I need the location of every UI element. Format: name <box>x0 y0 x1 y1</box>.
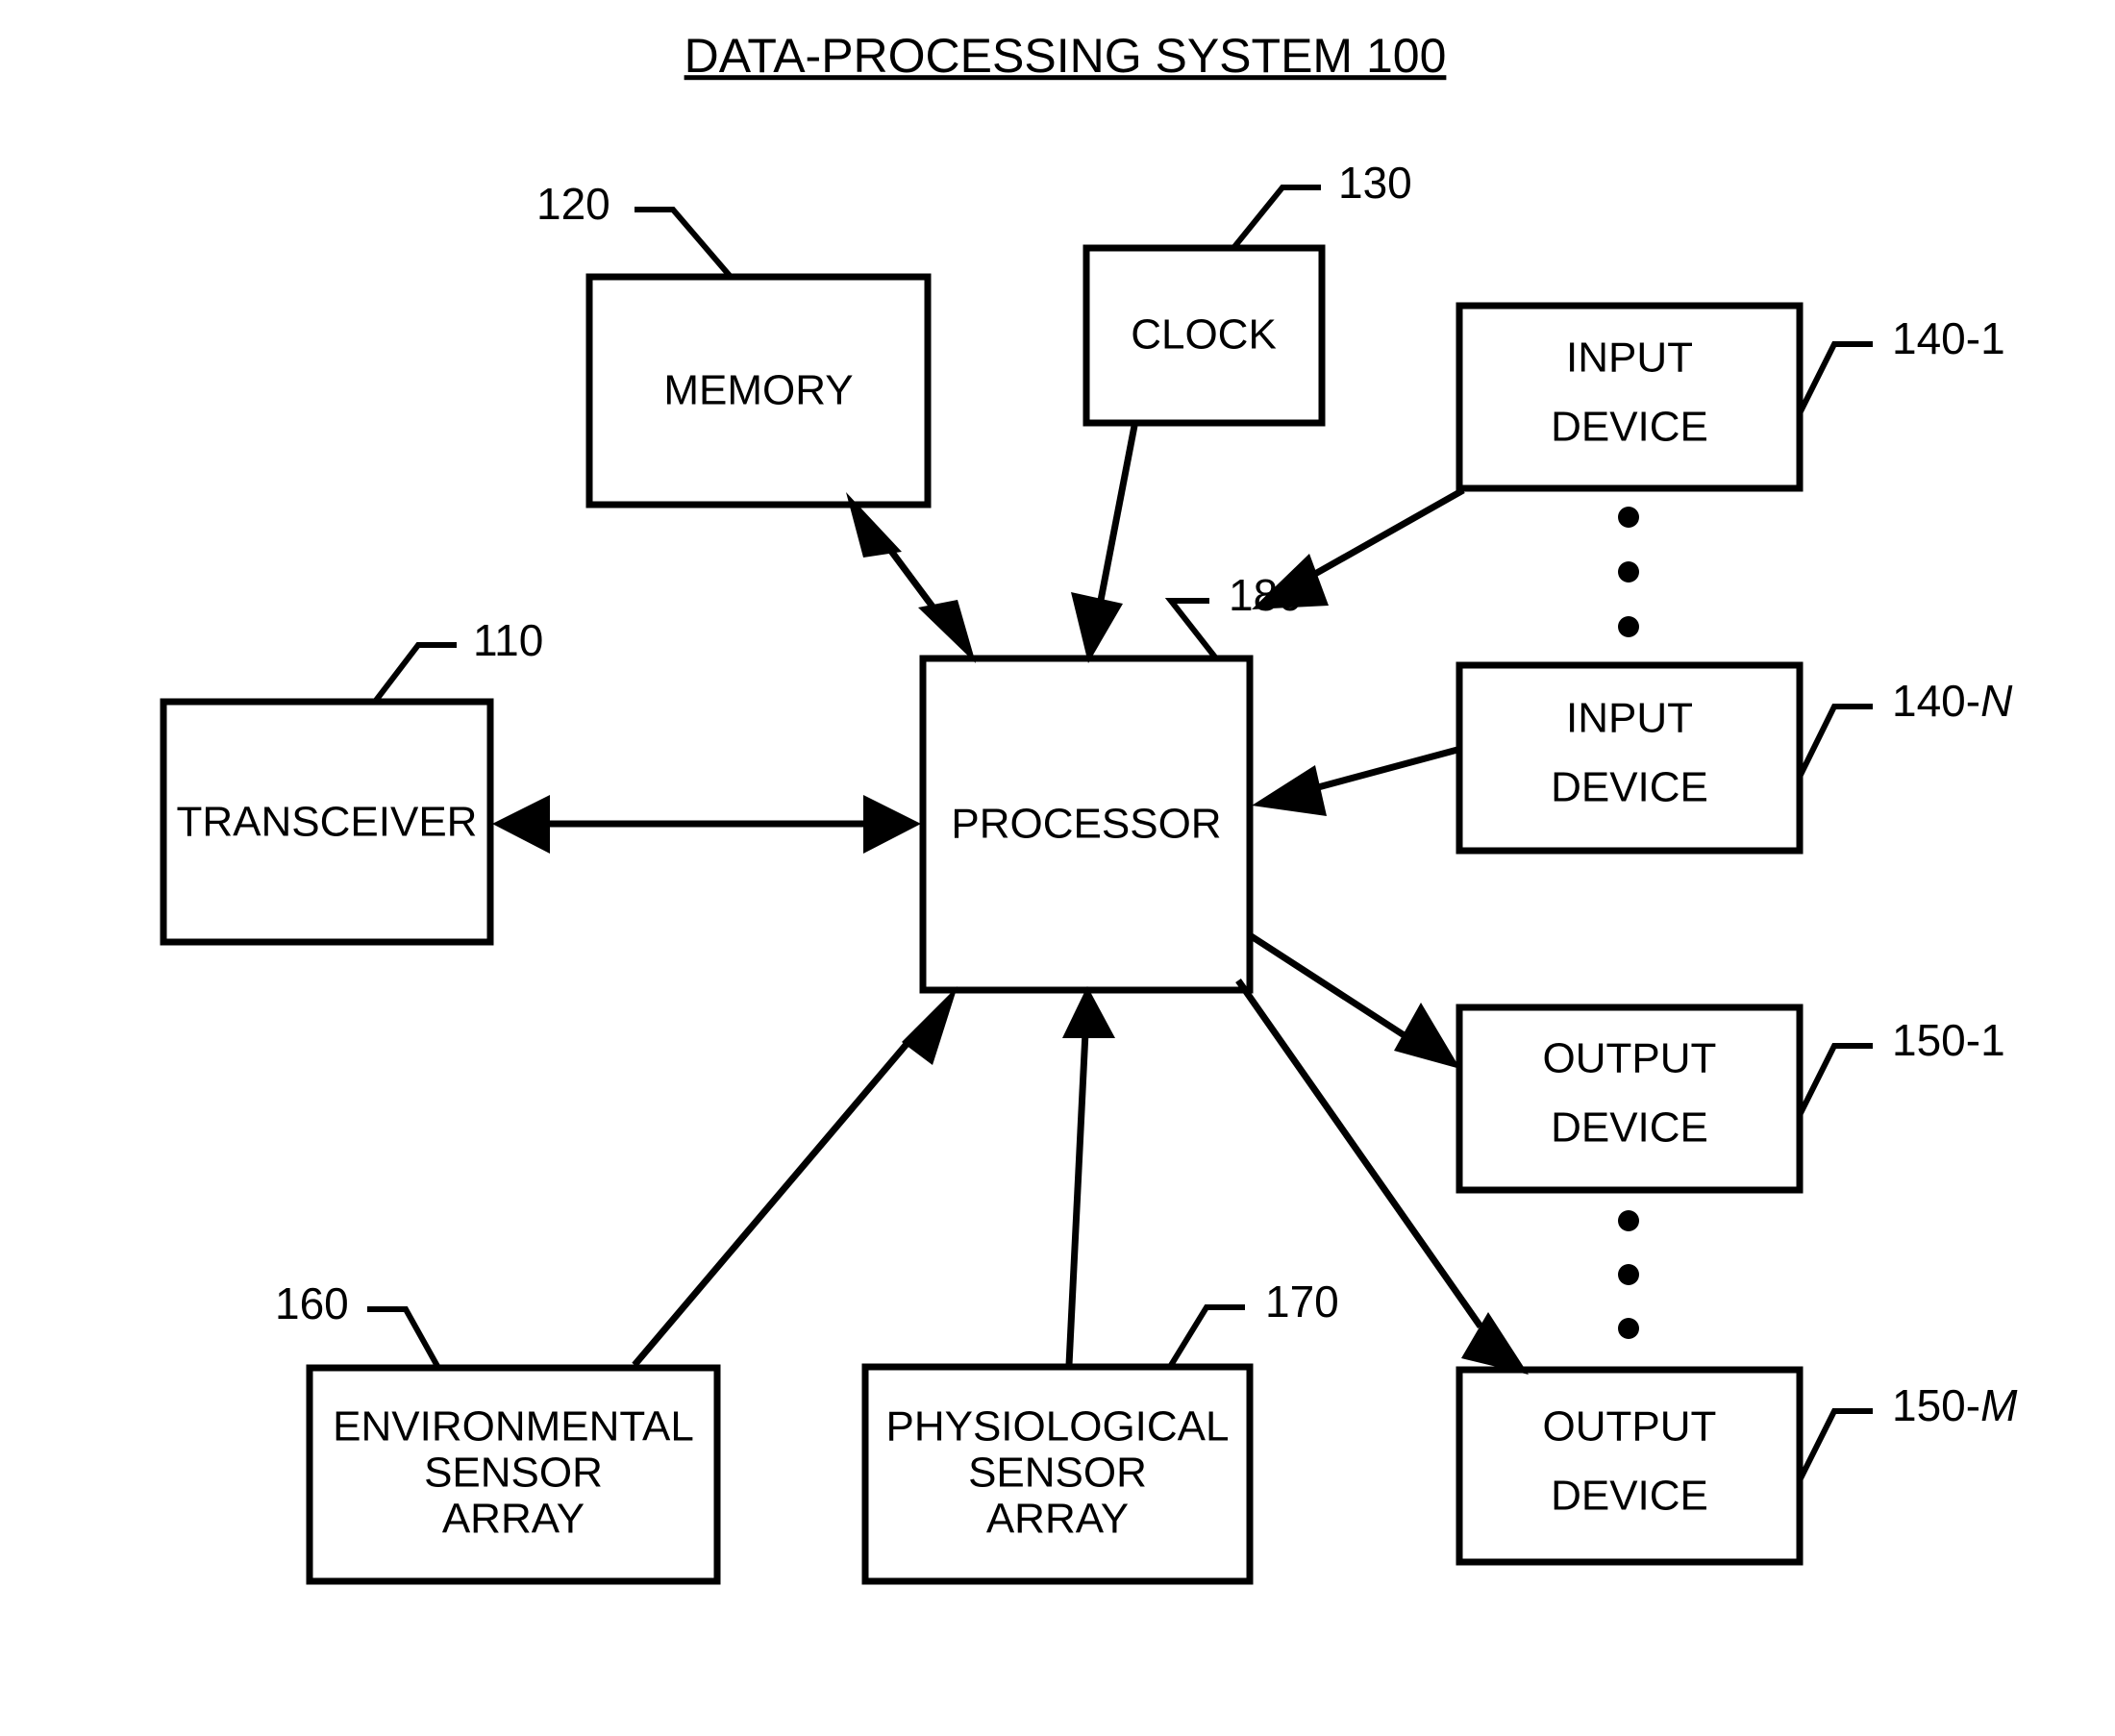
connector-processor-output-device-1 <box>1248 932 1460 1069</box>
ref-number-160: 160 <box>275 1278 349 1328</box>
physiological-sensor-array-label-line1: PHYSIOLOGICAL <box>885 1403 1229 1451</box>
connector-line <box>1235 978 1483 1329</box>
input-device-n-box <box>1456 661 1804 855</box>
leader-line-140-n <box>1797 704 1873 779</box>
physiological-sensor-array-label-line2: SENSOR <box>968 1450 1147 1497</box>
arrowhead-to-processor <box>918 600 976 663</box>
output-device-m-label-line1: OUTPUT <box>1543 1403 1717 1451</box>
connector-memory-processor <box>846 492 976 663</box>
memory-label: MEMORY <box>663 367 853 414</box>
leader-line-140-1 <box>1797 341 1873 415</box>
block-output-device-1: OUTPUT DEVICE <box>1456 1004 1804 1194</box>
ellipsis-dot <box>1618 507 1639 528</box>
ellipsis-dot <box>1618 561 1639 583</box>
connector-line <box>1306 746 1458 794</box>
patent-figure: DATA-PROCESSING SYSTEM 100 MEMORY 120 CL… <box>0 0 2115 1736</box>
connector-input-device-n-processor <box>1252 746 1458 816</box>
ref-number-130: 130 <box>1338 158 1412 208</box>
leader-line-120 <box>634 207 734 279</box>
connector-line <box>1094 425 1138 616</box>
environmental-sensor-array-label-line1: ENVIRONMENTAL <box>333 1403 694 1451</box>
arrowhead-to-processor <box>902 986 958 1065</box>
block-input-device-1: INPUT DEVICE <box>1456 302 1804 492</box>
ref-number-110: 110 <box>473 615 543 665</box>
input-device-ellipsis <box>1618 507 1639 637</box>
ref-number-120: 120 <box>536 179 610 229</box>
input-device-n-label-line1: INPUT <box>1566 695 1693 742</box>
block-clock: CLOCK <box>1082 244 1326 427</box>
figure-title: DATA-PROCESSING SYSTEM 100 <box>684 29 1447 83</box>
block-physiological-sensor-array: PHYSIOLOGICAL SENSOR ARRAY <box>861 1363 1254 1585</box>
ref-number-150-1: 150-1 <box>1892 1015 2005 1065</box>
input-device-1-label-line1: INPUT <box>1566 335 1693 382</box>
block-input-device-n: INPUT DEVICE <box>1456 661 1804 855</box>
output-device-m-label-line2: DEVICE <box>1551 1473 1708 1520</box>
input-device-1-label-line2: DEVICE <box>1551 404 1708 451</box>
processor-label: PROCESSOR <box>951 801 1221 848</box>
ref-number-140-1: 140-1 <box>1892 313 2005 363</box>
arrowhead-to-transceiver <box>492 795 550 854</box>
ref-number-140-n: 140-N <box>1892 676 2013 726</box>
connector-line <box>1065 1031 1089 1366</box>
leader-line-150-1 <box>1797 1043 1873 1117</box>
arrowhead-to-processor <box>863 795 921 854</box>
leader-line-130 <box>1231 185 1321 250</box>
block-processor: PROCESSOR <box>919 655 1254 994</box>
environmental-sensor-array-label-line3: ARRAY <box>442 1496 585 1543</box>
transceiver-label: TRANSCEIVER <box>177 799 478 846</box>
clock-label: CLOCK <box>1131 311 1277 359</box>
connector-transceiver-processor <box>492 795 921 854</box>
ref-number-150-m: 150-M <box>1892 1380 2018 1430</box>
input-device-n-label-line2: DEVICE <box>1551 764 1708 811</box>
output-device-m-box <box>1456 1366 1804 1566</box>
arrowhead-to-output-device-m <box>1461 1312 1529 1375</box>
block-output-device-m: OUTPUT DEVICE <box>1456 1366 1804 1566</box>
connector-line <box>632 1028 921 1368</box>
ellipsis-dot <box>1618 1210 1639 1231</box>
leader-line-110 <box>372 642 457 704</box>
ellipsis-dot <box>1618 1264 1639 1285</box>
data-processing-system-diagram: DATA-PROCESSING SYSTEM 100 MEMORY 120 CL… <box>160 29 2018 1585</box>
leader-line-160 <box>367 1306 441 1370</box>
arrowhead-to-processor <box>1071 592 1123 663</box>
arrowhead-to-output-device-1 <box>1394 1003 1460 1069</box>
input-device-1-box <box>1456 302 1804 492</box>
environmental-sensor-array-label-line2: SENSOR <box>424 1450 603 1497</box>
leader-line-180 <box>1164 598 1219 660</box>
connector-physiological-sensor-processor <box>1062 986 1115 1366</box>
leader-line-150-m <box>1797 1408 1873 1482</box>
ellipsis-dot <box>1618 616 1639 637</box>
physiological-sensor-array-label-line3: ARRAY <box>986 1496 1129 1543</box>
arrowhead-to-processor <box>1062 986 1115 1038</box>
block-environmental-sensor-array: ENVIRONMENTAL SENSOR ARRAY <box>306 1364 721 1585</box>
block-memory: MEMORY <box>585 273 932 508</box>
arrowhead-to-processor <box>1252 765 1327 816</box>
connector-input-device-1-processor <box>1252 486 1465 609</box>
connector-line <box>1248 932 1407 1039</box>
connector-line <box>1298 486 1465 586</box>
output-device-1-label-line1: OUTPUT <box>1543 1035 1717 1082</box>
ref-number-170: 170 <box>1265 1277 1339 1327</box>
block-transceiver: TRANSCEIVER <box>160 698 494 946</box>
connector-clock-processor <box>1071 425 1138 663</box>
output-device-ellipsis <box>1618 1210 1639 1339</box>
output-device-1-label-line2: DEVICE <box>1551 1104 1708 1152</box>
leader-line-170 <box>1167 1304 1245 1369</box>
connector-environmental-sensor-processor <box>632 986 958 1368</box>
ellipsis-dot <box>1618 1318 1639 1339</box>
